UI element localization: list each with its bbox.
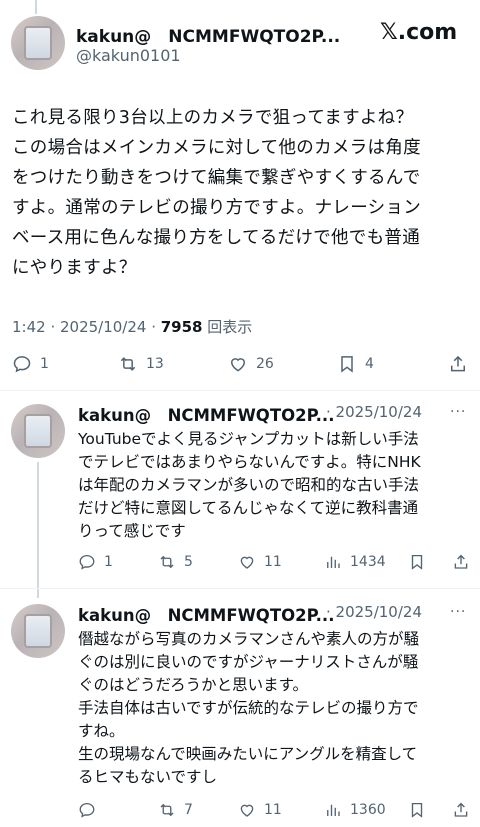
- reply-text: 僭越ながら写真のカメラマンさんや素人の方が騒 ぐのは別に良いのですがジャーナリス…: [78, 630, 420, 786]
- share-button[interactable]: [452, 801, 470, 819]
- reply-date[interactable]: · 2025/10/24: [326, 603, 422, 621]
- like-count: 11: [264, 802, 282, 818]
- more-options-button[interactable]: ···: [450, 604, 466, 620]
- author-name[interactable]: kakun@ NCMMFWQTO2P...: [78, 602, 334, 626]
- views-button[interactable]: 1434: [324, 553, 386, 571]
- author-name[interactable]: kakun@ NCMMFWQTO2P...: [76, 22, 340, 47]
- thread-line: [37, 462, 39, 598]
- views-button[interactable]: 1360: [324, 801, 386, 819]
- avatar[interactable]: [11, 16, 65, 70]
- reply-button[interactable]: [78, 801, 96, 819]
- avatar[interactable]: [11, 404, 65, 458]
- repost-count: 7: [184, 802, 193, 818]
- views-count: 1434: [350, 554, 386, 570]
- reply-button[interactable]: 1: [78, 553, 113, 571]
- heart-icon: [230, 358, 246, 372]
- thread-line: [35, 0, 37, 14]
- divider: [0, 390, 480, 391]
- tweet-timestamp: 1:42 · 2025/10/24 · 7958 回表示: [12, 316, 252, 337]
- repost-count: 13: [146, 356, 164, 372]
- reply-count: 1: [40, 356, 49, 372]
- tweet-time[interactable]: 1:42 · 2025/10/24 ·: [12, 318, 161, 336]
- reply-text: YouTubeでよく見るジャンプカットは新しい手法 でテレビではあまりやらないん…: [78, 430, 421, 540]
- reply-count: 1: [104, 554, 113, 570]
- repost-button[interactable]: 13: [118, 354, 164, 374]
- repost-button[interactable]: 5: [158, 553, 193, 571]
- reply-icon: [13, 356, 31, 373]
- views-count: 1360: [350, 802, 386, 818]
- share-icon: [454, 802, 468, 817]
- divider: [0, 588, 480, 589]
- repost-icon: [160, 555, 174, 569]
- share-button[interactable]: [452, 553, 470, 571]
- reply-icon: [79, 554, 95, 570]
- repost-count: 5: [184, 554, 193, 570]
- bookmark-count: 4: [365, 356, 374, 372]
- bookmark-icon: [341, 356, 353, 373]
- repost-icon: [160, 803, 174, 817]
- more-options-button[interactable]: ···: [450, 404, 466, 420]
- x-logo[interactable]: 𝕏.com: [380, 20, 457, 45]
- analytics-icon: [327, 556, 340, 568]
- like-count: 26: [256, 356, 274, 372]
- bookmark-icon: [411, 554, 423, 570]
- like-button[interactable]: 11: [238, 801, 282, 819]
- heart-icon: [240, 804, 254, 817]
- like-button[interactable]: 11: [238, 553, 282, 571]
- author-handle[interactable]: @kakun0101: [76, 46, 181, 65]
- share-button[interactable]: [448, 354, 468, 374]
- view-label: 回表示: [202, 318, 253, 336]
- tweet-text: これ見る限り3台以上のカメラで狙ってますよね？ この場合はメインカメラに対して他…: [12, 108, 422, 278]
- bookmark-button[interactable]: [408, 553, 426, 571]
- heart-icon: [240, 556, 254, 569]
- author-name[interactable]: kakun@ NCMMFWQTO2P...: [78, 402, 334, 426]
- view-count: 7958: [160, 318, 203, 336]
- repost-icon: [120, 357, 136, 371]
- like-count: 11: [264, 554, 282, 570]
- avatar[interactable]: [11, 604, 65, 658]
- repost-button[interactable]: 7: [158, 801, 193, 819]
- bookmark-icon: [411, 802, 423, 818]
- analytics-icon: [327, 804, 340, 816]
- reply-date[interactable]: · 2025/10/24: [326, 403, 422, 421]
- reply-icon: [79, 802, 95, 818]
- bookmark-button[interactable]: [408, 801, 426, 819]
- share-icon: [451, 355, 465, 372]
- reply-button[interactable]: 1: [12, 354, 49, 374]
- bookmark-button[interactable]: 4: [337, 354, 374, 374]
- like-button[interactable]: 26: [228, 354, 274, 374]
- share-icon: [454, 554, 468, 569]
